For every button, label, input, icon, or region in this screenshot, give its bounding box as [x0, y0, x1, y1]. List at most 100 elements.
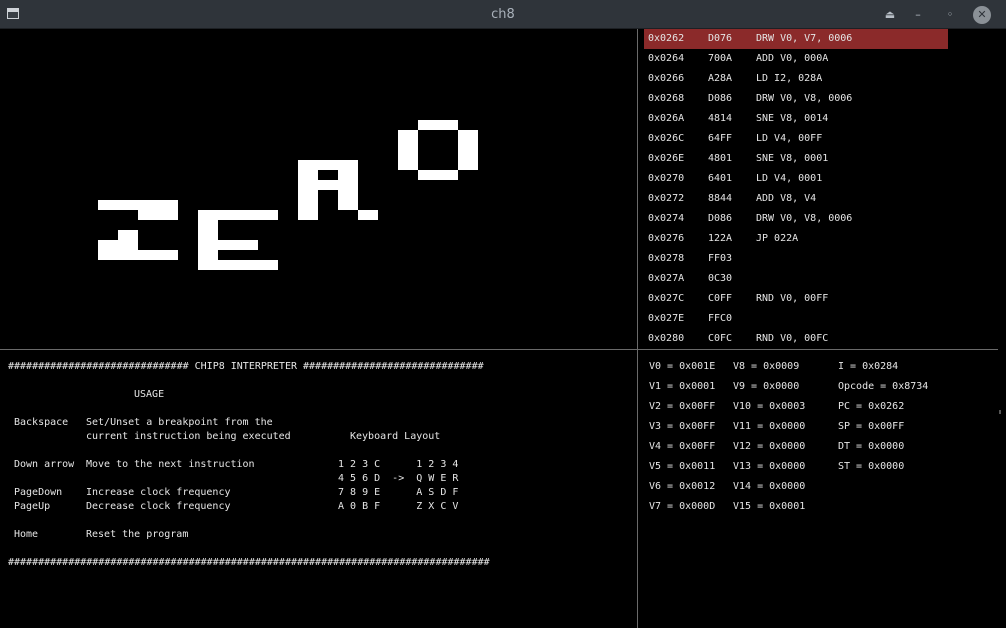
instruction-mnemonic: DRW V0, V8, 0006 [756, 93, 853, 104]
instruction-opcode: 4814 [708, 113, 733, 124]
register-value: V4 = 0x00FF [649, 441, 716, 452]
register-value: V7 = 0x000D [649, 501, 716, 512]
right-edge [998, 29, 1006, 628]
pagedown-desc: Increase clock frequency [86, 487, 231, 498]
instruction-row[interactable]: 0x0268 D086 DRW V0, V8, 0006 [644, 89, 954, 109]
instruction-opcode: 0C30 [708, 273, 733, 284]
instruction-row[interactable]: 0x027C C0FF RND V0, 00FF [644, 289, 954, 309]
instruction-mnemonic: RND V0, 00FF [756, 293, 829, 304]
instruction-row[interactable]: 0x027A 0C30 [644, 269, 954, 289]
minimize-icon[interactable]: – [909, 6, 927, 24]
instruction-row[interactable]: 0x0274 D086 DRW V0, V8, 0006 [644, 209, 954, 229]
instruction-mnemonic: JP 022A [756, 233, 799, 244]
instruction-row-current[interactable]: 0x0262 D076 DRW V0, V7, 0006 [644, 29, 948, 49]
register-value: V9 = 0x0000 [733, 381, 800, 392]
usage-footer: ########################################… [8, 557, 490, 568]
instruction-row[interactable]: 0x026E 4801 SNE V8, 0001 [644, 149, 954, 169]
instruction-row[interactable]: 0x0270 6401 LD V4, 0001 [644, 169, 954, 189]
instruction-mnemonic: LD V4, 00FF [756, 133, 823, 144]
disassembly-panel[interactable]: 0x0262 D076 DRW V0, V7, 0006 0x0264 700A ADD … [644, 29, 954, 347]
instruction-mnemonic: ADD V0, 000A [756, 53, 829, 64]
instruction-address: 0x0274 [648, 213, 685, 224]
instruction-address: 0x0268 [648, 93, 685, 104]
register-value: V0 = 0x001E [649, 361, 716, 372]
instruction-address: 0x0270 [648, 173, 685, 184]
register-value: I = 0x0284 [838, 361, 899, 372]
register-value: V12 = 0x0000 [733, 441, 806, 452]
register-value: V8 = 0x0009 [733, 361, 800, 372]
horizontal-divider [0, 349, 998, 350]
backspace-desc-1: Set/Unset a breakpoint from the [86, 417, 273, 428]
usage-header: ############################## CHIP8 INT… [8, 361, 484, 372]
shade-icon[interactable]: ⏏ [881, 6, 899, 24]
instruction-address: 0x026A [648, 113, 685, 124]
instruction-address: 0x026C [648, 133, 685, 144]
instruction-address: 0x0262 [648, 33, 685, 44]
instruction-opcode: FFC0 [708, 313, 733, 324]
instruction-row[interactable]: 0x026A 4814 SNE V8, 0014 [644, 109, 954, 129]
instruction-opcode: 8844 [708, 193, 733, 204]
instruction-address: 0x0276 [648, 233, 685, 244]
instruction-opcode: FF03 [708, 253, 733, 264]
instruction-opcode: 4801 [708, 153, 733, 164]
keyboard-row-2: 4 5 6 D -> Q W E R [338, 473, 459, 484]
close-icon[interactable]: ✕ [973, 6, 991, 24]
pageup-desc: Decrease clock frequency [86, 501, 231, 512]
register-value: V2 = 0x00FF [649, 401, 716, 412]
key-backspace: Backspace [14, 417, 69, 428]
instruction-address: 0x0280 [648, 333, 685, 344]
instruction-opcode: D086 [708, 93, 733, 104]
down-desc: Move to the next instruction [86, 459, 255, 470]
registers-panel: V0 = 0x001E V1 = 0x0001 V2 = 0x00FF V3 = 0x… [649, 360, 994, 520]
instruction-row[interactable]: 0x0272 8844 ADD V8, V4 [644, 189, 954, 209]
chip8-display-pixels [98, 120, 478, 270]
restore-icon[interactable]: ◦ [941, 6, 959, 24]
instruction-opcode: C0FF [708, 293, 733, 304]
register-value: V14 = 0x0000 [733, 481, 806, 492]
register-value: Opcode = 0x8734 [838, 381, 929, 392]
scroll-marker [999, 410, 1001, 414]
register-value: ST = 0x0000 [838, 461, 905, 472]
keyboard-row-3: 7 8 9 E A S D F [338, 487, 459, 498]
instruction-opcode: A28A [708, 73, 733, 84]
keyboard-layout-title: Keyboard Layout [350, 431, 441, 442]
register-value: V10 = 0x0003 [733, 401, 806, 412]
instruction-address: 0x0266 [648, 73, 685, 84]
keyboard-row-1: 1 2 3 C 1 2 3 4 [338, 459, 459, 470]
instruction-address: 0x027C [648, 293, 685, 304]
key-pageup: PageUp [14, 501, 51, 512]
register-value: V11 = 0x0000 [733, 421, 806, 432]
instruction-row[interactable]: 0x0276 122A JP 022A [644, 229, 954, 249]
instruction-mnemonic: ADD V8, V4 [756, 193, 817, 204]
instruction-address: 0x0278 [648, 253, 685, 264]
instruction-mnemonic: SNE V8, 0001 [756, 153, 829, 164]
register-value: V5 = 0x0011 [649, 461, 716, 472]
key-home: Home [14, 529, 39, 540]
instruction-row[interactable]: 0x0264 700A ADD V0, 000A [644, 49, 954, 69]
instruction-row[interactable]: 0x026C 64FF LD V4, 00FF [644, 129, 954, 149]
window-title: ch8 [491, 7, 515, 22]
instruction-row[interactable]: 0x0278 FF03 [644, 249, 954, 269]
instruction-row[interactable]: 0x0266 A28A LD I2, 028A [644, 69, 954, 89]
backspace-desc-2: current instruction being executed [86, 431, 291, 442]
instruction-mnemonic: DRW V0, V7, 0006 [756, 33, 853, 44]
chip8-display [0, 29, 637, 349]
register-value: V15 = 0x0001 [733, 501, 806, 512]
instruction-mnemonic: LD I2, 028A [756, 73, 823, 84]
register-value: V6 = 0x0012 [649, 481, 716, 492]
register-value: V3 = 0x00FF [649, 421, 716, 432]
instruction-address: 0x027E [648, 313, 685, 324]
instruction-address: 0x027A [648, 273, 685, 284]
instruction-row[interactable]: 0x027E FFC0 [644, 309, 954, 329]
instruction-row[interactable]: 0x0280 C0FC RND V0, 00FC [644, 329, 954, 347]
instruction-opcode: 122A [708, 233, 733, 244]
instruction-address: 0x0264 [648, 53, 685, 64]
instruction-mnemonic: RND V0, 00FC [756, 333, 829, 344]
window-titlebar[interactable]: ch8 ⏏ – ◦ ✕ [0, 0, 1006, 29]
usage-title: USAGE [134, 389, 165, 400]
register-value: DT = 0x0000 [838, 441, 905, 452]
instruction-address: 0x0272 [648, 193, 685, 204]
instruction-opcode: D076 [708, 33, 733, 44]
register-value: SP = 0x00FF [838, 421, 905, 432]
register-value: V1 = 0x0001 [649, 381, 716, 392]
